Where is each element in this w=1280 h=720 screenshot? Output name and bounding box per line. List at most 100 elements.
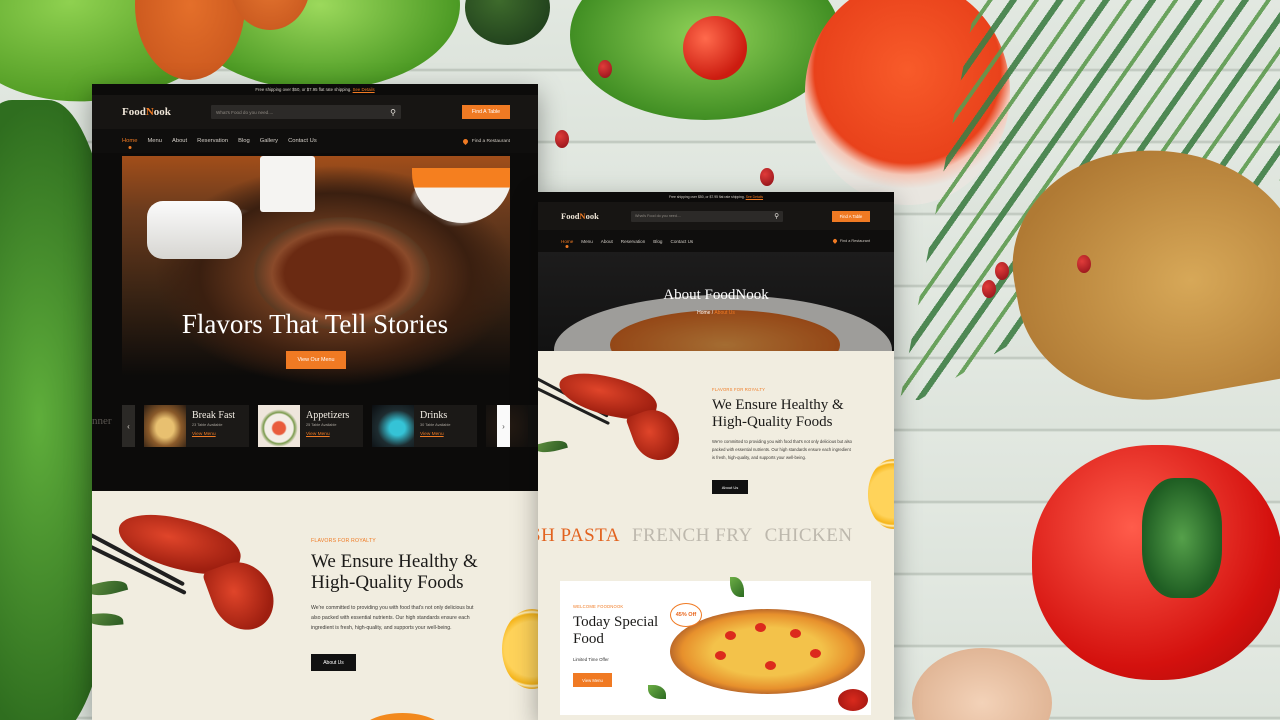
breakfast-thumbnail [144,405,186,447]
carousel-prev-button[interactable]: ‹ [122,405,135,447]
today-special-card: Welcome FoodNook Today Special Food Limi… [560,577,871,715]
search-icon[interactable]: ⚲ [774,212,779,220]
leaf-decor [538,437,568,456]
nav-menu[interactable]: Menu [147,138,162,144]
shipping-topbar: Free shipping over $50, or $7.95 flat ra… [92,84,538,95]
food-marquee: SH PASTA FRENCH FRY CHICKEN [538,525,853,547]
find-restaurant-link[interactable]: Find a Restaurant [461,137,510,145]
category-title: Break Fast [192,410,236,421]
marquee-item: FRENCH FRY [631,525,753,546]
section-heading: We Ensure Healthy & High-Quality Foods [311,551,478,593]
nav-menu[interactable]: Menu [581,239,593,244]
logo-text: ook [585,211,599,221]
tomato-topping [725,631,736,640]
leaf-decor [92,611,124,628]
search-icon[interactable]: ⚲ [390,108,396,117]
breadcrumb: Home / About Us [538,310,894,316]
view-menu-link[interactable]: View Menu [306,432,349,437]
page-title: About FoodNook [663,287,769,303]
carousel-ghost-item: nner [92,415,112,427]
marquee-item: CHICKEN [764,525,853,546]
find-restaurant-label: Find a Restaurant [471,138,510,144]
nav-blog[interactable]: Blog [653,239,662,244]
nav-home[interactable]: Home [561,239,573,244]
category-carousel: nner ‹ Break Fast 23 Table Available Vie… [92,405,538,449]
find-restaurant-link[interactable]: Find a Restaurant [831,238,870,244]
salad-bowl-decor [412,168,510,223]
category-card[interactable]: Drinks 30 Table Available View Menu [372,405,477,447]
shipping-text: Free shipping over $50, or $7.95 flat ra… [255,87,352,92]
search-placeholder: What's Food do you need.... [216,109,274,115]
view-our-menu-button[interactable]: View Our Menu [286,351,346,369]
tomato-topping [790,629,801,638]
search-placeholder: What's Food do you need.... [635,214,682,218]
see-details-link[interactable]: See Details [746,195,763,199]
category-card[interactable]: Break Fast 23 Table Available View Menu [144,405,249,447]
pomegranate-seed-decor [760,168,774,186]
nav-contact[interactable]: Contact Us [288,138,317,144]
chevron-right-icon: › [502,421,505,431]
view-menu-link[interactable]: View Menu [192,432,235,437]
logo[interactable]: FoodNook [561,211,607,221]
tomato-topping [755,623,766,632]
main-nav: Home Menu About Reservation Blog Gallery… [92,129,538,153]
find-table-button[interactable]: Find A Table [832,210,870,222]
pizza-image [670,609,865,694]
discount-badge: 45% Off [670,603,702,627]
site-header: FoodNook What's Food do you need.... ⚲ F… [538,202,894,230]
about-us-button[interactable]: About Us [712,480,748,494]
pomegranate-seed-decor [982,280,996,298]
logo[interactable]: FoodNook [122,106,182,118]
basil-leaf-decor [648,685,666,699]
category-card[interactable]: Appetizers 25 Table Available View Menu [258,405,363,447]
leaf-decor [92,576,129,600]
category-card-partial [486,405,538,447]
section-heading: We Ensure Healthy & High-Quality Foods [712,397,844,430]
tomato-topping [765,661,776,670]
section-eyebrow: Flavors For Royalty [712,387,766,392]
view-menu-button[interactable]: View Menu [573,673,612,687]
logo-text: Food [561,211,580,221]
tomato-decor [683,16,747,80]
tomato-topping [715,651,726,660]
pomegranate-seed-decor [598,60,612,78]
pomegranate-seed-decor [555,130,569,148]
page-banner: About FoodNook Home / About Us [538,252,894,351]
mug-decor [260,156,315,212]
nav-home[interactable]: Home [122,138,137,144]
nav-contact[interactable]: Contact Us [671,239,694,244]
cucumber-decor [465,0,550,45]
see-details-link[interactable]: See Details [353,87,375,92]
pepper-stem-decor [1142,478,1222,598]
section-body: We're committed to providing you with fo… [311,605,474,631]
search-input[interactable]: What's Food do you need.... ⚲ [211,105,401,119]
section-body: We're committed to providing you with fo… [712,439,853,460]
nav-reservation[interactable]: Reservation [197,138,228,144]
location-pin-icon [831,238,838,244]
find-table-button[interactable]: Find A Table [462,105,510,119]
nav-blog[interactable]: Blog [238,138,250,144]
nav-gallery[interactable]: Gallery [260,138,278,144]
find-restaurant-label: Find a Restaurant [839,239,870,243]
about-us-button[interactable]: About Us [311,654,356,671]
category-subtitle: 25 Table Available [306,423,337,427]
homepage-mockup: Free shipping over $50, or $7.95 flat ra… [92,84,538,720]
hero-title: Flavors That Tell Stories [181,309,449,339]
logo-text: ook [153,106,171,118]
breadcrumb-home[interactable]: Home [697,310,710,316]
marquee-item-highlight: SH PASTA [538,525,620,546]
special-heading: Today Special Food [573,614,659,647]
dish-decor [360,713,445,720]
nav-about[interactable]: About [172,138,187,144]
basil-leaf-decor [730,577,744,597]
category-title: Appetizers [306,410,350,421]
view-menu-link[interactable]: View Menu [420,432,450,437]
category-subtitle: 23 Table Available [192,423,223,427]
nav-reservation[interactable]: Reservation [621,239,646,244]
nav-about[interactable]: About [601,239,613,244]
search-input[interactable]: What's Food do you need.... ⚲ [631,210,783,222]
carousel-next-button[interactable]: › [497,405,510,447]
site-header: FoodNook What's Food do you need.... ⚲ F… [92,95,538,129]
breadcrumb-current: About Us [714,310,735,316]
drinks-thumbnail [372,405,414,447]
